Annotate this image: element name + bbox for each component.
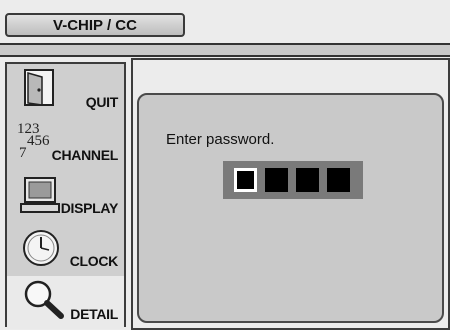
sidebar-item-detail[interactable]: DETAIL	[7, 276, 124, 329]
door-icon	[24, 69, 54, 106]
menu-title: V-CHIP / CC	[53, 16, 137, 34]
sidebar-item-label: CLOCK	[69, 253, 119, 269]
password-digit-4[interactable]	[327, 168, 350, 192]
sidebar-item-quit[interactable]: QUIT	[7, 64, 124, 117]
password-prompt: Enter password.	[166, 131, 275, 148]
password-digit-2[interactable]	[265, 168, 288, 192]
menu-title-tab: V-CHIP / CC	[5, 13, 185, 37]
channel-icon-digits-3: 7	[19, 145, 27, 161]
channel-icon-digits-2: 456	[27, 133, 50, 149]
header-band	[0, 43, 450, 57]
sidebar-menu: QUIT 123 456 7 CHANNEL DISPLAY CLOCK DET…	[5, 62, 126, 329]
password-digit-3[interactable]	[296, 168, 319, 192]
sidebar-item-display[interactable]: DISPLAY	[7, 170, 124, 223]
sidebar-item-label: CHANNEL	[51, 147, 119, 163]
password-digit-1[interactable]	[234, 168, 257, 192]
magnifier-icon	[24, 280, 64, 319]
password-dialog	[137, 93, 444, 323]
sidebar-item-clock[interactable]: CLOCK	[7, 223, 124, 276]
sidebar-item-label: DISPLAY	[60, 200, 119, 216]
password-input[interactable]	[223, 161, 363, 199]
sidebar-item-label: QUIT	[85, 94, 119, 110]
clock-icon	[23, 230, 59, 266]
sidebar-item-channel[interactable]: 123 456 7 CHANNEL	[7, 117, 124, 170]
sidebar-item-label: DETAIL	[70, 306, 118, 322]
monitor-icon	[20, 177, 60, 213]
